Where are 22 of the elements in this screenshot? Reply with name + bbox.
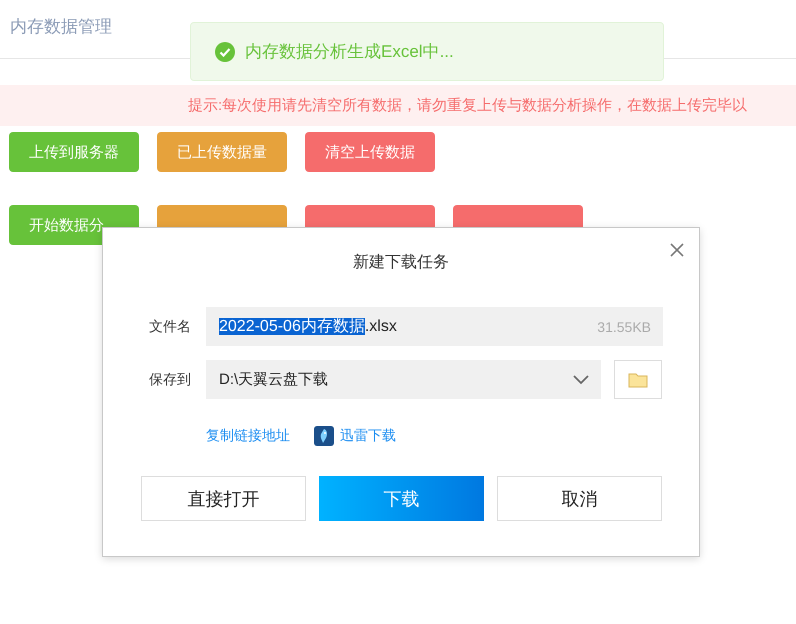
copy-link[interactable]: 复制链接地址 <box>206 427 290 445</box>
toast-text: 内存数据分析生成Excel中... <box>245 41 454 63</box>
notice-text: 提示:每次使用请先清空所有数据，请勿重复上传与数据分析操作，在数据上传完毕以 <box>188 96 748 115</box>
thunder-download-link[interactable]: 迅雷下载 <box>314 426 396 446</box>
folder-icon <box>628 372 648 388</box>
dialog-button[interactable]: 直接打开 <box>141 476 306 521</box>
dialog-button[interactable]: 下载 <box>319 476 484 521</box>
folder-button[interactable] <box>614 360 662 399</box>
dialog-button[interactable]: 取消 <box>497 476 662 521</box>
save-path-dropdown[interactable]: D:\天翼云盘下载 <box>206 360 601 399</box>
check-icon <box>215 42 235 62</box>
bird-app-icon <box>314 426 334 446</box>
action-button[interactable]: 上传到服务器 <box>9 132 139 172</box>
action-button[interactable]: 清空上传数据 <box>305 132 435 172</box>
file-size: 31.55KB <box>597 318 651 334</box>
field-label: 保存到 <box>149 370 192 388</box>
chevron-down-icon <box>573 374 589 384</box>
dialog-title: 新建下载任务 <box>352 252 450 273</box>
filename-field[interactable]: 2022-05-06内存数据.xlsx 31.55KB <box>206 307 663 346</box>
field-label: 文件名 <box>149 318 192 336</box>
action-button[interactable]: 已上传数据量 <box>157 132 287 172</box>
page-title: 内存数据管理 <box>10 16 112 38</box>
